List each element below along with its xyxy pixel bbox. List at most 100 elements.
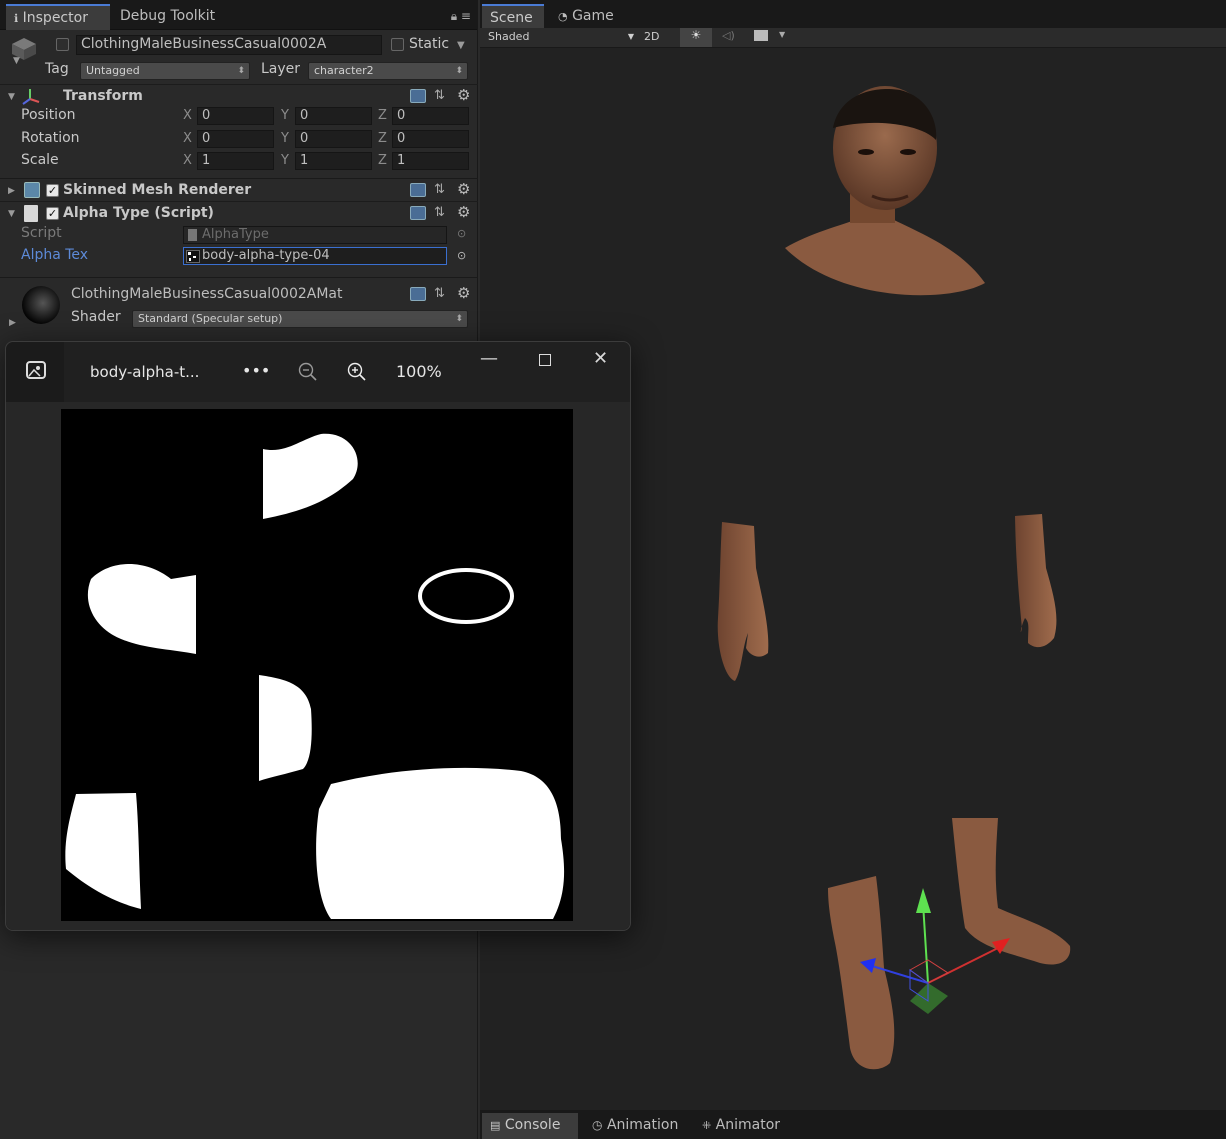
scale-x-label[interactable]: X [183, 153, 192, 168]
help-book-icon[interactable] [410, 206, 426, 220]
position-x-field[interactable]: 0 [197, 107, 274, 125]
close-icon[interactable]: ✕ [593, 350, 608, 368]
skinned-mesh-header[interactable]: ▶ ✓ Skinned Mesh Renderer ⇅ ⚙ [0, 178, 478, 202]
gear-icon[interactable]: ⚙ [457, 286, 473, 301]
icon-dropdown-icon[interactable]: ▼ [13, 56, 20, 66]
alpha-tex-field[interactable]: body-alpha-type-04 [183, 247, 447, 265]
preset-sliders-icon[interactable]: ⇅ [434, 183, 450, 197]
tab-inspector[interactable]: ℹ Inspector [6, 4, 110, 30]
scene-toolbar: Shaded ▼ 2D ☀ ◁) ▼ [480, 28, 1226, 48]
layer-label: Layer [261, 61, 301, 77]
console-icon: ▤ [490, 1119, 501, 1132]
gear-icon[interactable]: ⚙ [457, 88, 473, 103]
static-dropdown-icon[interactable]: ▼ [457, 40, 465, 51]
position-z-label[interactable]: Z [378, 108, 387, 123]
tab-game-label: Game [572, 8, 614, 24]
alpha-type-title: Alpha Type (Script) [63, 205, 214, 221]
expand-right-icon[interactable]: ▶ [8, 186, 15, 196]
game-pacman-icon: ◔ [558, 10, 568, 23]
position-y-field[interactable]: 0 [295, 107, 372, 125]
script-field: AlphaType [183, 226, 447, 244]
active-checkbox[interactable] [56, 38, 69, 51]
expand-down-icon[interactable]: ▼ [8, 209, 15, 219]
scale-z-field[interactable]: 1 [392, 152, 469, 170]
tab-animation[interactable]: ◷ Animation [584, 1113, 686, 1139]
tab-animation-label: Animation [606, 1117, 679, 1133]
preset-sliders-icon[interactable]: ⇅ [434, 206, 450, 220]
scale-label: Scale [21, 152, 59, 168]
tag-dropdown[interactable]: Untagged [80, 62, 250, 80]
tab-debug-toolkit-label: Debug Toolkit [120, 8, 216, 24]
rotation-z-field[interactable]: 0 [392, 130, 469, 148]
lock-menu-icon[interactable]: 🔒︎ ≡ [451, 9, 471, 24]
rotation-x-label[interactable]: X [183, 131, 192, 146]
tab-scene-label: Scene [490, 10, 533, 26]
help-book-icon[interactable] [410, 183, 426, 197]
position-z-field[interactable]: 0 [392, 107, 469, 125]
tab-debug-toolkit[interactable]: Debug Toolkit [112, 4, 223, 30]
script-file-icon [24, 205, 38, 222]
more-options-button[interactable]: ••• [242, 361, 270, 380]
shader-dropdown[interactable]: Standard (Specular setup) [132, 310, 468, 328]
static-checkbox[interactable] [391, 38, 404, 51]
gear-icon[interactable]: ⚙ [457, 182, 473, 197]
expand-down-icon[interactable]: ▼ [8, 92, 15, 102]
effects-toggle-icon[interactable] [754, 30, 768, 41]
tab-console[interactable]: ▤ Console [482, 1113, 578, 1139]
position-y-label[interactable]: Y [281, 108, 289, 123]
skinned-mesh-title: Skinned Mesh Renderer [63, 182, 252, 198]
toggle-2d-button[interactable]: 2D [644, 30, 659, 43]
scale-x-field[interactable]: 1 [197, 152, 274, 170]
tab-game[interactable]: ◔ Game [550, 4, 622, 30]
section-divider [0, 277, 478, 278]
zoom-level: 100% [396, 362, 442, 381]
info-icon: ℹ [14, 12, 19, 25]
object-name-field[interactable]: ClothingMaleBusinessCasual0002A [76, 35, 382, 55]
tab-scene[interactable]: Scene [482, 4, 544, 30]
object-picker-icon[interactable]: ⊙ [457, 249, 466, 262]
transform-header[interactable]: ▼ Transform ⇅ ⚙ [0, 84, 478, 108]
minimize-icon[interactable]: — [480, 350, 498, 368]
expand-right-icon[interactable]: ▶ [9, 318, 16, 328]
object-picker-icon[interactable]: ⊙ [457, 227, 466, 240]
zoom-in-icon[interactable] [347, 362, 367, 382]
photos-app-icon[interactable] [26, 361, 46, 379]
rotation-z-label[interactable]: Z [378, 131, 387, 146]
rotation-y-label[interactable]: Y [281, 131, 289, 146]
preset-sliders-icon[interactable]: ⇅ [434, 287, 450, 301]
maximize-icon[interactable] [539, 354, 551, 366]
animator-icon: ⁜ [702, 1119, 712, 1132]
rotation-y-field[interactable]: 0 [295, 130, 372, 148]
alpha-tex-value: body-alpha-type-04 [202, 248, 330, 263]
scale-y-field[interactable]: 1 [295, 152, 372, 170]
zoom-out-icon[interactable] [298, 362, 318, 382]
shading-mode-dropdown[interactable]: Shaded ▼ [488, 29, 636, 46]
gizmo-y-arrow[interactable] [916, 888, 931, 913]
layer-dropdown[interactable]: character2 [308, 62, 468, 80]
alpha-type-header[interactable]: ▼ ✓ Alpha Type (Script) ⇅ ⚙ [0, 201, 478, 225]
tab-inspector-label: Inspector [22, 10, 88, 26]
rotation-x-field[interactable]: 0 [197, 130, 274, 148]
alpha-type-checkbox[interactable]: ✓ [46, 207, 59, 220]
tab-animator[interactable]: ⁜ Animator [694, 1113, 788, 1139]
tag-label: Tag [45, 61, 69, 77]
character-head [785, 86, 985, 296]
character-right-arm [1015, 514, 1057, 648]
help-book-icon[interactable] [410, 89, 426, 103]
material-name: ClothingMaleBusinessCasual0002AMat [71, 286, 343, 302]
preset-sliders-icon[interactable]: ⇅ [434, 89, 450, 103]
skinned-mesh-checkbox[interactable]: ✓ [46, 184, 59, 197]
script-label: Script [21, 225, 62, 241]
rotation-label: Rotation [21, 130, 80, 146]
audio-toggle-icon[interactable]: ◁) [722, 29, 735, 42]
tab-animator-label: Animator [715, 1117, 781, 1133]
lighting-toggle-icon[interactable]: ☀ [680, 28, 712, 47]
help-book-icon[interactable] [410, 287, 426, 301]
scale-z-label[interactable]: Z [378, 153, 387, 168]
position-x-label[interactable]: X [183, 108, 192, 123]
effects-dropdown-icon[interactable]: ▼ [779, 30, 785, 39]
texture-thumbnail-icon [186, 250, 200, 263]
scale-y-label[interactable]: Y [281, 153, 289, 168]
tab-console-label: Console [504, 1117, 561, 1133]
gear-icon[interactable]: ⚙ [457, 205, 473, 220]
